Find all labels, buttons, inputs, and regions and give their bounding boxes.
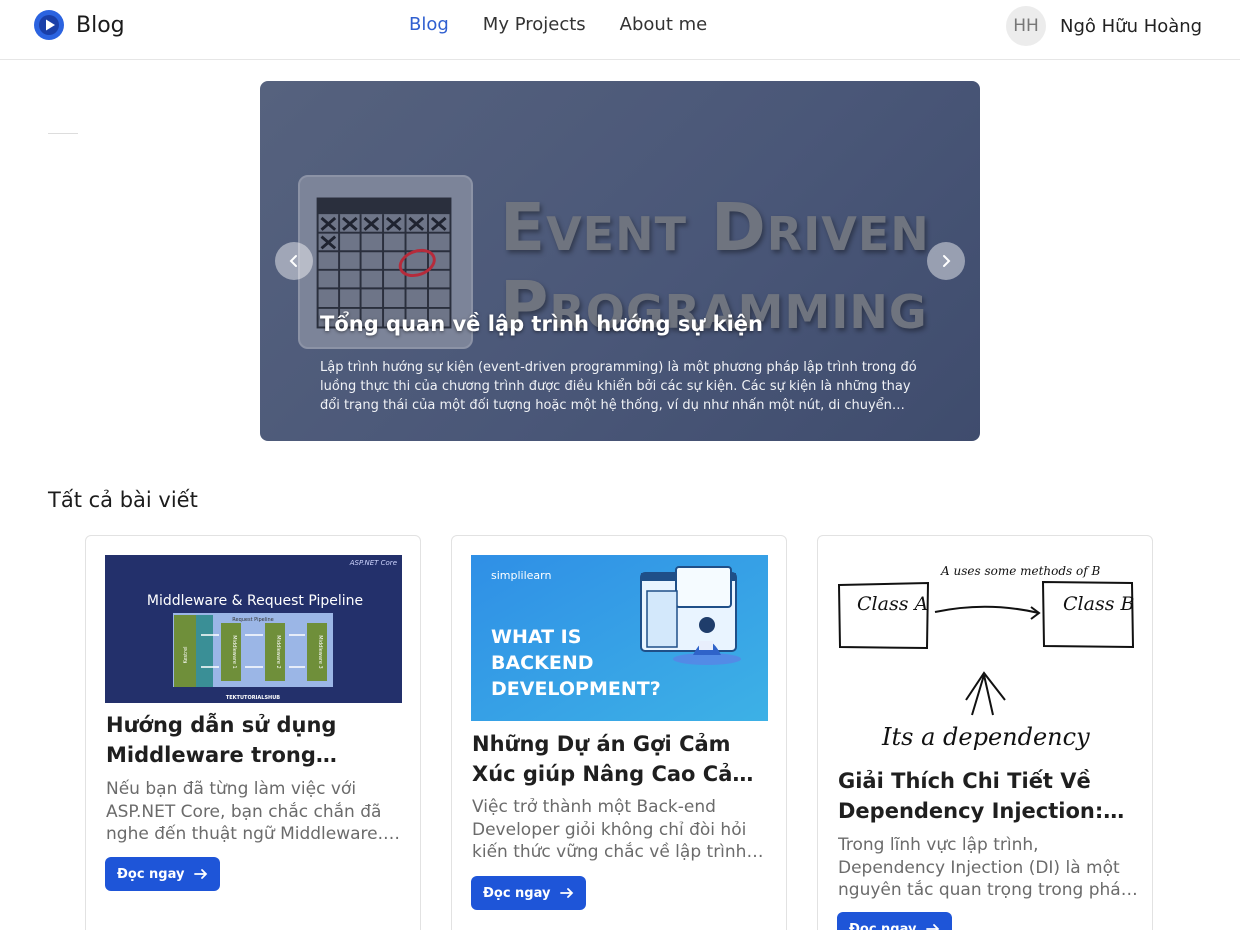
read-now-label: Đọc ngay bbox=[483, 885, 551, 901]
svg-text:WHAT IS: WHAT IS bbox=[491, 626, 581, 648]
read-now-button[interactable]: Đọc ngay bbox=[105, 857, 221, 891]
svg-text:Request Pipeline: Request Pipeline bbox=[232, 617, 273, 623]
post-description: Nếu bạn đã từng làm việc với ASP.NET Cor… bbox=[106, 779, 384, 844]
post-title[interactable]: Những Dự án Gợi Cảm Xúc giúp Nâng Cao Cả… bbox=[472, 729, 772, 789]
carousel-next-button[interactable] bbox=[927, 242, 965, 280]
nav-about-me[interactable]: About me bbox=[620, 14, 708, 35]
svg-text:TEKTUTORIALSHUB: TEKTUTORIALSHUB bbox=[226, 695, 280, 701]
svg-text:BACKEND: BACKEND bbox=[491, 652, 594, 674]
hero-heading[interactable]: Tổng quan về lập trình hướng sự kiện bbox=[320, 312, 763, 336]
user-menu[interactable]: HH Ngô Hữu Hoàng bbox=[1006, 6, 1202, 46]
hero-carousel[interactable]: Event Driven Programming Tổng quan về lậ… bbox=[260, 81, 980, 441]
main-nav: Blog My Projects About me bbox=[409, 14, 707, 35]
svg-text:DEVELOPMENT?: DEVELOPMENT? bbox=[491, 678, 661, 700]
svg-text:Middleware 2: Middleware 2 bbox=[275, 635, 281, 668]
dependency-diagram-thumbnail[interactable]: Class A Class B A uses some methods of B… bbox=[837, 555, 1134, 765]
svg-text:Class A: Class A bbox=[857, 593, 928, 615]
svg-text:ASP.NET Core: ASP.NET Core bbox=[349, 559, 397, 567]
top-header: Blog Blog My Projects About me HH Ngô Hữ… bbox=[0, 0, 1240, 60]
nav-blog[interactable]: Blog bbox=[409, 14, 449, 35]
post-title[interactable]: Giải Thích Chi Tiết Về Dependency Inject… bbox=[838, 766, 1138, 826]
divider bbox=[48, 133, 78, 134]
play-logo-icon bbox=[34, 10, 64, 40]
svg-text:Kestrel: Kestrel bbox=[183, 646, 189, 663]
post-description: Trong lĩnh vực lập trình, Dependency Inj… bbox=[838, 835, 1128, 900]
avatar[interactable]: HH bbox=[1006, 6, 1046, 46]
arrow-right-icon bbox=[926, 924, 940, 930]
svg-text:Its a dependency: Its a dependency bbox=[881, 723, 1090, 751]
arrow-right-icon bbox=[560, 888, 574, 898]
section-title: Tất cả bài viết bbox=[48, 488, 198, 512]
chevron-left-icon bbox=[289, 255, 297, 267]
middleware-pipeline-thumbnail[interactable]: ASP.NET Core Middleware & Request Pipeli… bbox=[105, 555, 402, 703]
post-description: Việc trở thành một Back-end Developer gi… bbox=[472, 797, 747, 862]
hero-description: Lập trình hướng sự kiện (event-driven pr… bbox=[320, 360, 917, 413]
svg-text:Middleware 3: Middleware 3 bbox=[317, 635, 323, 668]
carousel-prev-button[interactable] bbox=[275, 242, 313, 280]
read-now-button[interactable]: Đọc ngay bbox=[471, 876, 587, 910]
post-title[interactable]: Hướng dẫn sử dụng Middleware trong ASP.N… bbox=[106, 710, 406, 770]
post-card[interactable]: simplilearn WHAT IS BACKEND DEVELOPMENT?… bbox=[451, 535, 787, 930]
svg-text:Middleware 1: Middleware 1 bbox=[231, 635, 237, 668]
svg-text:A uses some methods of B: A uses some methods of B bbox=[940, 564, 1101, 578]
post-card[interactable]: Class A Class B A uses some methods of B… bbox=[817, 535, 1153, 930]
logo-text: Blog bbox=[76, 12, 125, 38]
post-card[interactable]: ASP.NET Core Middleware & Request Pipeli… bbox=[85, 535, 421, 930]
backend-development-thumbnail[interactable]: simplilearn WHAT IS BACKEND DEVELOPMENT? bbox=[471, 555, 768, 721]
arrow-right-icon bbox=[194, 869, 208, 879]
svg-text:simplilearn: simplilearn bbox=[491, 569, 551, 582]
read-now-label: Đọc ngay bbox=[117, 866, 185, 882]
svg-text:Middleware & Request Pipeline: Middleware & Request Pipeline bbox=[147, 593, 363, 609]
nav-my-projects[interactable]: My Projects bbox=[483, 14, 586, 35]
logo[interactable]: Blog bbox=[34, 10, 125, 40]
read-now-button[interactable]: Đọc ngay bbox=[837, 912, 953, 930]
user-name[interactable]: Ngô Hữu Hoàng bbox=[1060, 16, 1202, 37]
read-now-label: Đọc ngay bbox=[849, 921, 917, 930]
svg-text:Class B: Class B bbox=[1063, 593, 1134, 615]
chevron-right-icon bbox=[943, 255, 951, 267]
